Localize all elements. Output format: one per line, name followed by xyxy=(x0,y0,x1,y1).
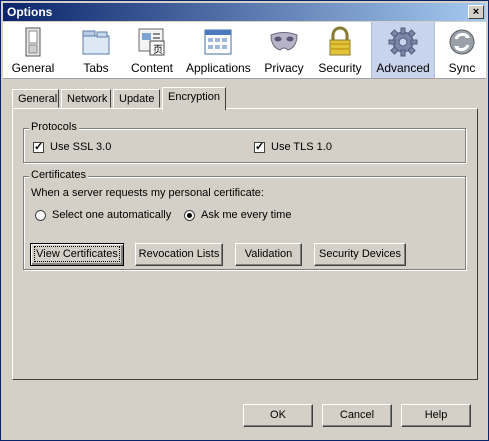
toolbar-label: Privacy xyxy=(264,61,304,75)
view-certificates-label: View Certificates xyxy=(34,246,120,262)
tab-encryption[interactable]: Encryption xyxy=(162,87,226,110)
security-devices-button[interactable]: Security Devices xyxy=(314,243,406,266)
toolbar-label: General xyxy=(11,61,55,75)
title-bar[interactable]: Options × xyxy=(3,3,486,21)
view-certificates-button[interactable]: View Certificates xyxy=(30,243,124,266)
protocols-group: Protocols ✓ Use SSL 3.0 ✓ Use TLS 1.0 xyxy=(23,121,466,163)
ssl-label: Use SSL 3.0 xyxy=(50,141,112,153)
tabs-icon xyxy=(82,30,110,55)
options-window: Options × General Tabs 页 Content Applica… xyxy=(0,0,489,441)
certificates-legend: Certificates xyxy=(29,169,89,181)
toolbar-label: Security xyxy=(318,61,362,75)
select-automatically-label: Select one automatically xyxy=(52,209,172,221)
ask-every-time-radio[interactable] xyxy=(184,210,195,221)
protocols-legend: Protocols xyxy=(29,121,79,133)
toolbar-privacy[interactable]: Privacy xyxy=(260,22,308,78)
ask-every-time-label: Ask me every time xyxy=(201,209,292,221)
cancel-button[interactable]: Cancel xyxy=(322,404,392,427)
svg-text:页: 页 xyxy=(153,44,163,56)
general-icon xyxy=(25,27,41,57)
tab-network[interactable]: Network xyxy=(61,89,111,108)
validation-button[interactable]: Validation xyxy=(235,243,302,266)
tls-label: Use TLS 1.0 xyxy=(271,141,332,153)
content-icon: 页 xyxy=(138,28,165,56)
toolbar-general[interactable]: General xyxy=(8,22,58,78)
toolbar-applications[interactable]: Applications xyxy=(186,22,251,78)
sync-icon xyxy=(449,29,475,55)
close-button[interactable]: × xyxy=(468,5,484,19)
toolbar-label: Applications xyxy=(186,61,251,75)
toolbar-label: Content xyxy=(130,61,174,75)
tab-general[interactable]: General xyxy=(12,89,59,108)
gear-icon xyxy=(388,27,418,57)
toolbar-advanced[interactable]: Advanced xyxy=(371,22,435,78)
certificate-prompt: When a server requests my personal certi… xyxy=(31,187,264,199)
applications-icon xyxy=(204,29,232,55)
window-title: Options xyxy=(7,5,53,19)
toolbar-label: Tabs xyxy=(83,61,109,75)
toolbar-tabs[interactable]: Tabs xyxy=(74,22,118,78)
toolbar-label: Sync xyxy=(448,61,476,75)
revocation-lists-button[interactable]: Revocation Lists xyxy=(135,243,223,266)
help-button[interactable]: Help xyxy=(401,404,471,427)
privacy-mask-icon xyxy=(270,32,298,51)
select-automatically-radio[interactable] xyxy=(35,210,46,221)
ok-button[interactable]: OK xyxy=(243,404,313,427)
ssl-checkbox[interactable]: ✓ xyxy=(33,142,44,153)
toolbar-content[interactable]: 页 Content xyxy=(128,22,176,78)
toolbar-sync[interactable]: Sync xyxy=(441,22,483,78)
category-toolbar: General Tabs 页 Content Applications Priv… xyxy=(3,22,486,79)
toolbar-security[interactable]: Security xyxy=(316,22,364,78)
certificates-group: Certificates When a server requests my p… xyxy=(23,169,466,270)
encryption-panel: Protocols ✓ Use SSL 3.0 ✓ Use TLS 1.0 Ce… xyxy=(12,108,478,380)
toolbar-label: Advanced xyxy=(376,61,430,75)
tls-checkbox[interactable]: ✓ xyxy=(254,142,265,153)
tab-update[interactable]: Update xyxy=(113,89,160,108)
lock-icon xyxy=(329,26,351,56)
